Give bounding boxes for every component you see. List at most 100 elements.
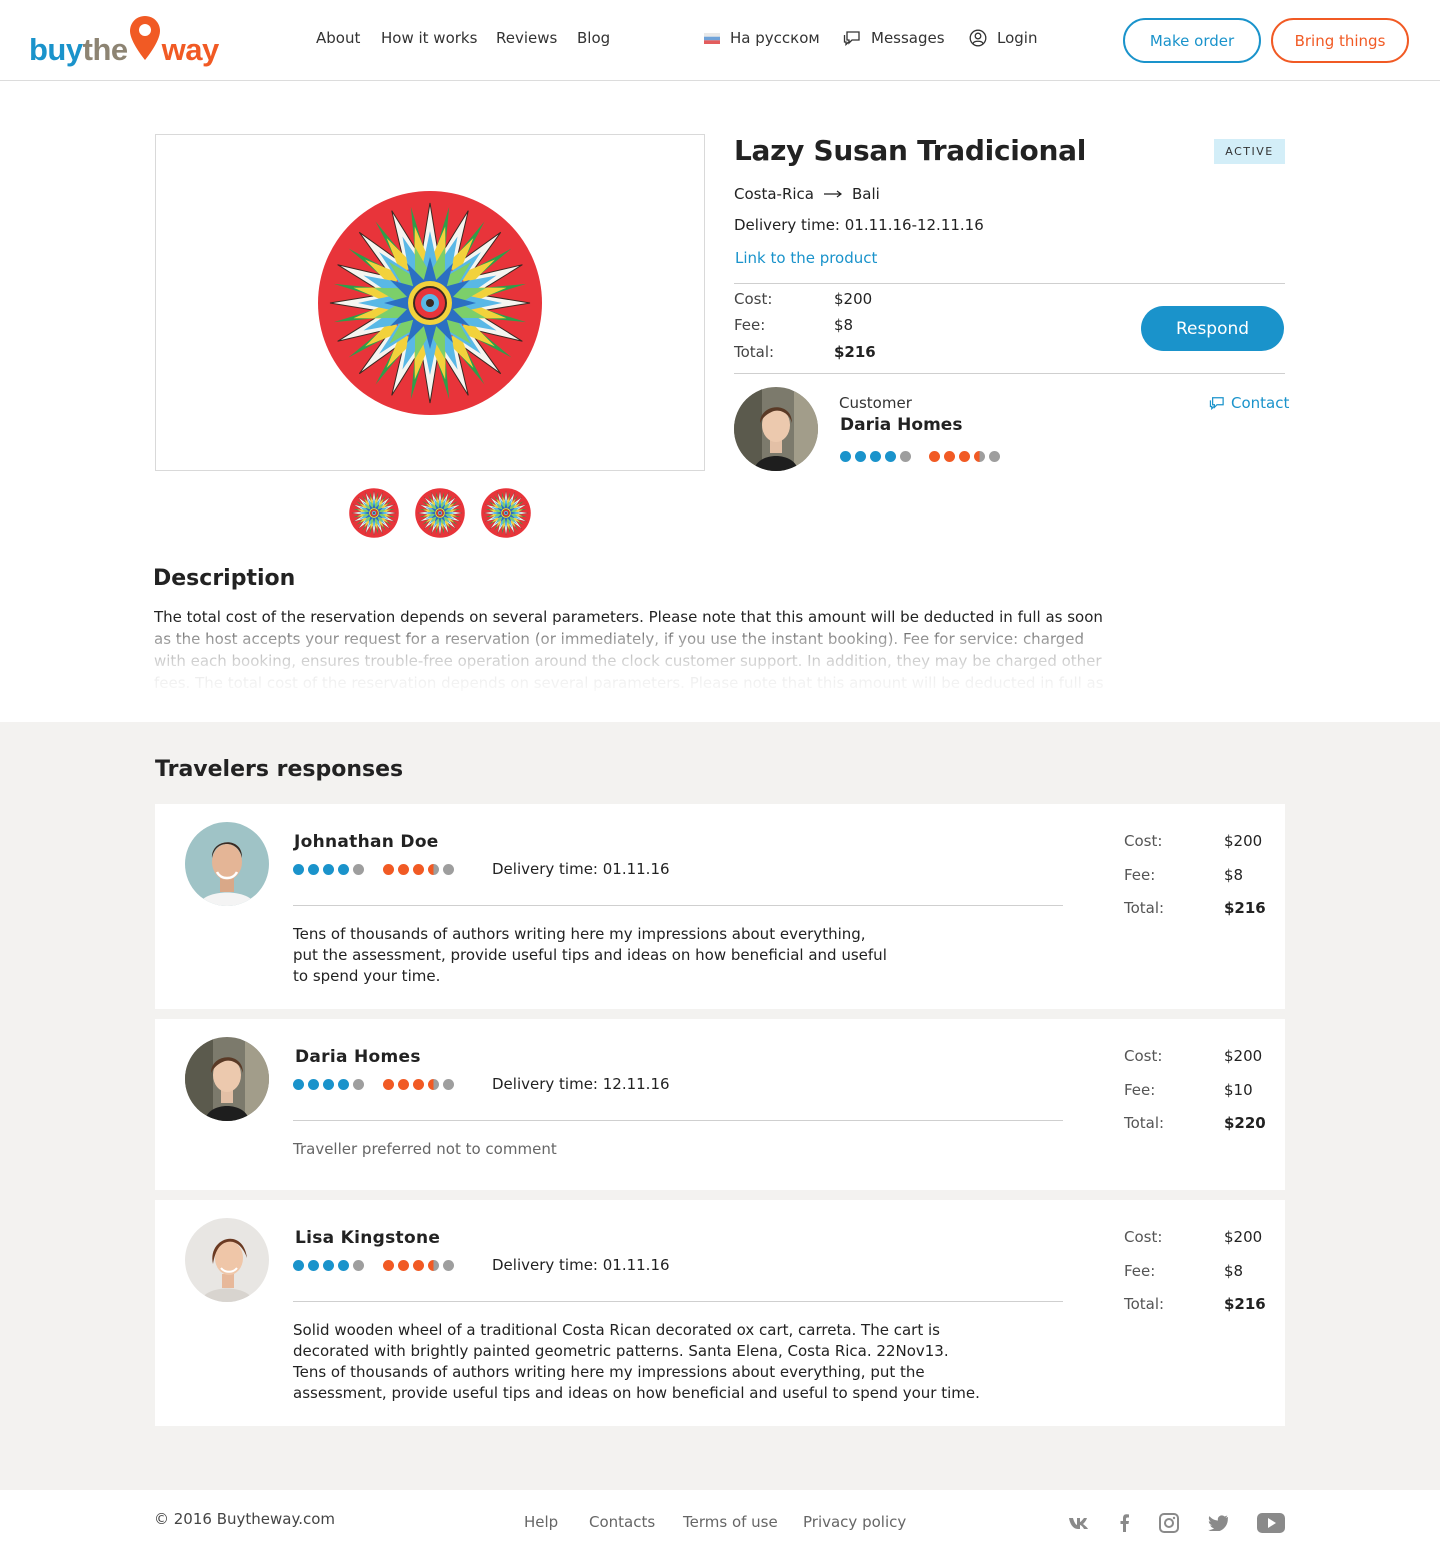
fee-value: $8 bbox=[1224, 866, 1244, 884]
traveler-rating-orange bbox=[383, 1079, 454, 1090]
woman-portrait-icon bbox=[185, 1218, 269, 1302]
delivery-label: Delivery time: bbox=[734, 216, 840, 234]
rating-dot bbox=[413, 1079, 424, 1090]
language-label: На русском bbox=[730, 29, 820, 47]
total-value: $220 bbox=[1224, 1114, 1266, 1132]
rating-dot bbox=[398, 1260, 409, 1271]
traveler-delivery-time: Delivery time: 01.11.16 bbox=[492, 1256, 670, 1274]
user-icon bbox=[969, 29, 987, 47]
facebook-icon[interactable] bbox=[1111, 1512, 1137, 1534]
rating-dot bbox=[353, 864, 364, 875]
bring-things-button[interactable]: Bring things bbox=[1271, 18, 1409, 63]
nav-how-it-works[interactable]: How it works bbox=[381, 29, 477, 47]
rating-dot bbox=[338, 1260, 349, 1271]
responses-title: Travelers responses bbox=[155, 757, 404, 782]
rating-dot bbox=[443, 1260, 454, 1271]
description-title: Description bbox=[153, 566, 296, 591]
woman-portrait-icon bbox=[734, 387, 818, 471]
product-thumbnail[interactable] bbox=[349, 488, 399, 538]
language-switch[interactable]: На русском bbox=[704, 29, 820, 47]
rating-dot bbox=[323, 1079, 334, 1090]
cost-value: $200 bbox=[1224, 1047, 1263, 1065]
logo-part-way: way bbox=[161, 32, 220, 67]
fee-label: Fee: bbox=[1124, 866, 1156, 884]
rating-dot bbox=[323, 1260, 334, 1271]
customer-name[interactable]: Daria Homes bbox=[840, 415, 962, 435]
nav-about[interactable]: About bbox=[316, 29, 360, 47]
contact-link[interactable]: Contact bbox=[1209, 394, 1289, 412]
rating-dot bbox=[398, 864, 409, 875]
divider bbox=[734, 373, 1285, 374]
rating-dot bbox=[443, 864, 454, 875]
cost-label: Cost: bbox=[1124, 1047, 1163, 1065]
rating-dot bbox=[413, 864, 424, 875]
total-value: $216 bbox=[1224, 899, 1266, 917]
product-thumbnails bbox=[349, 488, 531, 538]
product-title: Lazy Susan Tradicional bbox=[734, 134, 1086, 167]
cost-label: Cost: bbox=[1124, 832, 1163, 850]
arrow-right-icon bbox=[823, 190, 842, 198]
traveler-avatar[interactable] bbox=[185, 1218, 269, 1302]
fee-value: $8 bbox=[834, 316, 854, 334]
rating-dot bbox=[929, 451, 940, 462]
description-text: The total cost of the reservation depend… bbox=[154, 608, 1104, 692]
fee-label: Fee: bbox=[734, 316, 766, 334]
footer-contacts-link[interactable]: Contacts bbox=[589, 1513, 655, 1531]
site-header: buy the way About How it works Reviews B… bbox=[0, 0, 1440, 81]
footer-terms-link[interactable]: Terms of use bbox=[683, 1513, 778, 1531]
login-link[interactable]: Login bbox=[969, 29, 1037, 47]
cost-label: Cost: bbox=[1124, 1228, 1163, 1246]
rating-dot bbox=[428, 1260, 439, 1271]
total-label: Total: bbox=[734, 343, 775, 361]
footer-help-link[interactable]: Help bbox=[524, 1513, 558, 1531]
route-from: Costa-Rica bbox=[734, 185, 814, 203]
product-link[interactable]: Link to the product bbox=[735, 249, 877, 267]
rating-dot bbox=[398, 1079, 409, 1090]
rating-dot bbox=[308, 1260, 319, 1271]
product-image-frame bbox=[155, 134, 705, 471]
vk-icon[interactable] bbox=[1066, 1512, 1092, 1534]
product-thumbnail[interactable] bbox=[481, 488, 531, 538]
instagram-icon[interactable] bbox=[1156, 1512, 1182, 1534]
cost-value: $200 bbox=[834, 290, 873, 308]
rating-dot bbox=[338, 1079, 349, 1090]
delivery-value: 01.11.16-12.11.16 bbox=[844, 216, 984, 234]
logo[interactable]: buy the way bbox=[29, 14, 219, 68]
customer-label: Customer bbox=[839, 394, 912, 412]
footer-privacy-link[interactable]: Privacy policy bbox=[803, 1513, 906, 1531]
traveler-comment: Tens of thousands of authors writing her… bbox=[293, 925, 887, 985]
rating-dot bbox=[308, 1079, 319, 1090]
copyright: © 2016 Buytheway.com bbox=[154, 1510, 336, 1528]
traveler-avatar[interactable] bbox=[185, 822, 269, 906]
product-image[interactable] bbox=[317, 190, 543, 416]
nav-reviews[interactable]: Reviews bbox=[496, 29, 557, 47]
customer-avatar[interactable] bbox=[734, 387, 818, 471]
cost-value: $200 bbox=[1224, 832, 1263, 850]
messages-link[interactable]: Messages bbox=[843, 29, 945, 47]
youtube-icon[interactable] bbox=[1256, 1512, 1286, 1534]
fee-value: $8 bbox=[1224, 1262, 1244, 1280]
rating-dot bbox=[383, 864, 394, 875]
chat-icon bbox=[1209, 397, 1224, 410]
product-thumbnail[interactable] bbox=[415, 488, 465, 538]
traveler-name[interactable]: Lisa Kingstone bbox=[295, 1228, 440, 1248]
traveler-delivery-time: Delivery time: 01.11.16 bbox=[492, 860, 670, 878]
response-card: Johnathan Doe Delivery time: 01.11.16 Te… bbox=[155, 804, 1285, 1009]
respond-button[interactable]: Respond bbox=[1141, 306, 1284, 351]
total-label: Total: bbox=[1124, 1295, 1165, 1313]
twitter-icon[interactable] bbox=[1205, 1512, 1231, 1534]
rating-dot bbox=[293, 1079, 304, 1090]
rating-dot bbox=[959, 451, 970, 462]
rating-dot bbox=[293, 864, 304, 875]
rating-dot bbox=[293, 1260, 304, 1271]
cost-value: $200 bbox=[1224, 1228, 1263, 1246]
total-value: $216 bbox=[834, 343, 876, 361]
rating-dot bbox=[308, 864, 319, 875]
make-order-button[interactable]: Make order bbox=[1123, 18, 1261, 63]
nav-blog[interactable]: Blog bbox=[577, 29, 610, 47]
divider bbox=[293, 1120, 1063, 1121]
traveler-name[interactable]: Daria Homes bbox=[295, 1047, 421, 1067]
traveler-name[interactable]: Johnathan Doe bbox=[294, 832, 439, 852]
traveler-avatar[interactable] bbox=[185, 1037, 269, 1121]
response-card: Daria Homes Delivery time: 12.11.16 Trav… bbox=[155, 1019, 1285, 1190]
